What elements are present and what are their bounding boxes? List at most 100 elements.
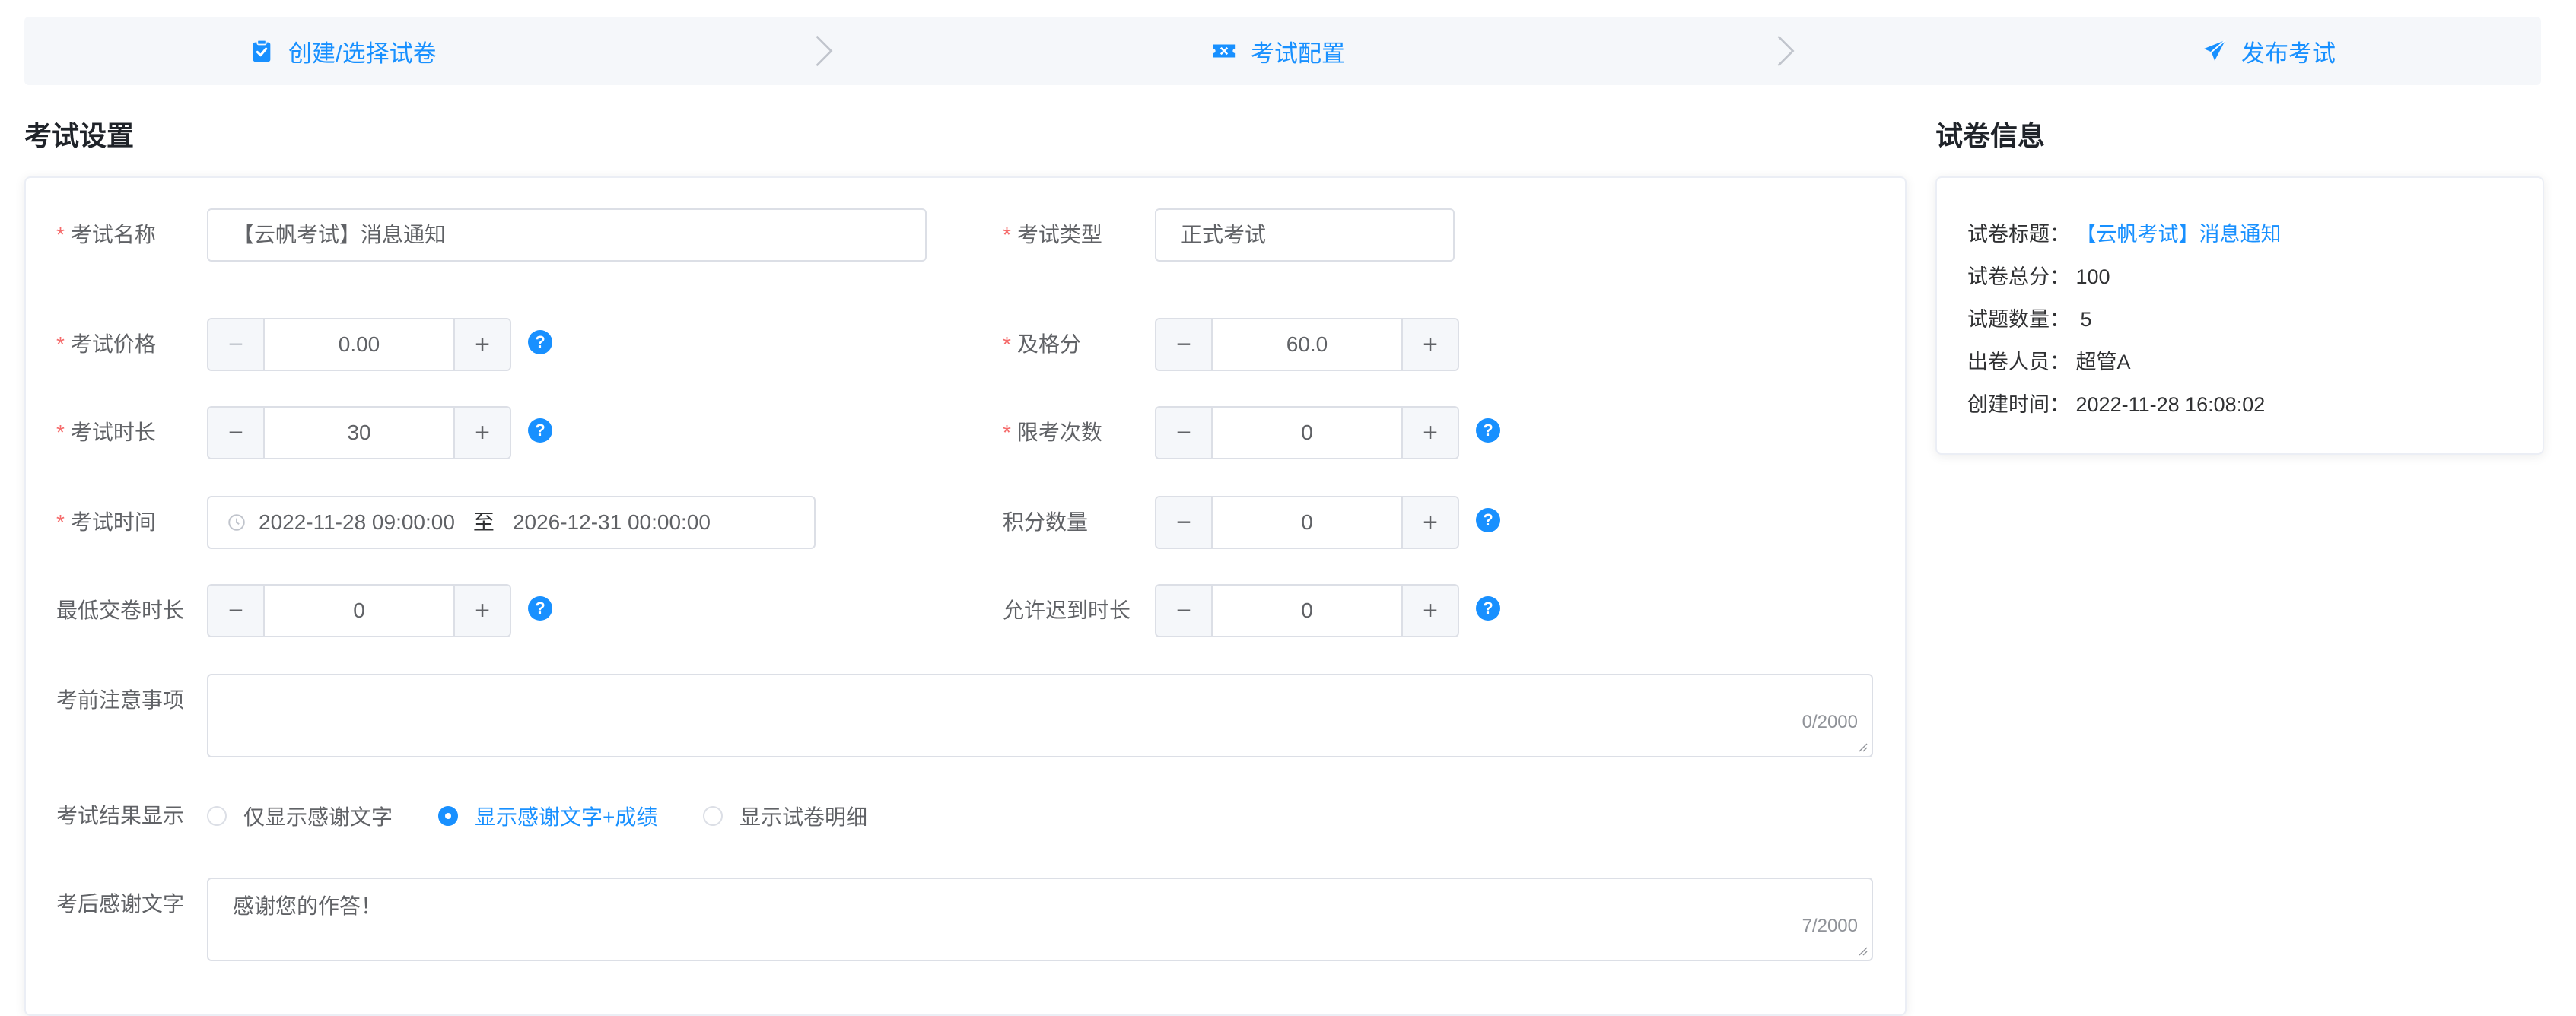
clock-icon — [228, 514, 245, 531]
chevron-right-icon — [1777, 35, 1795, 67]
decrement-button[interactable]: − — [208, 586, 265, 636]
decrement-button[interactable]: − — [1156, 497, 1213, 548]
min-submit-value[interactable]: 0 — [265, 586, 453, 636]
thanks-value[interactable]: 感谢您的作答！ — [233, 890, 382, 920]
radio-circle[interactable] — [703, 806, 723, 826]
question-count-row: 试题数量： 5 — [1967, 303, 2092, 332]
ticket-icon — [1213, 44, 1236, 58]
min-submit-label: 最低交卷时长 — [56, 598, 185, 622]
exam-name-input[interactable]: 【云帆考试】消息通知 — [207, 208, 927, 262]
late-allow-label: 允许迟到时长 — [1003, 598, 1131, 622]
step-label: 考试配置 — [1251, 40, 1345, 67]
info-key: 创建时间： — [1967, 393, 2070, 416]
help-icon[interactable]: ? — [528, 418, 552, 443]
late-allow-value[interactable]: 0 — [1213, 586, 1401, 636]
info-key: 出卷人员： — [1967, 351, 2070, 373]
info-key: 试卷总分： — [1967, 265, 2070, 288]
info-key: 试题数量： — [1967, 308, 2070, 331]
notice-char-count: 0/2000 — [1802, 712, 1858, 732]
help-icon[interactable]: ? — [1476, 418, 1500, 443]
step-create-select-paper[interactable]: 创建/选择试卷 — [249, 17, 437, 85]
exam-price-stepper[interactable]: − 0.00 + — [207, 318, 511, 371]
decrement-button[interactable]: − — [208, 319, 265, 370]
step-exam-config[interactable]: 考试配置 — [1211, 17, 1345, 85]
decrement-button[interactable]: − — [1156, 586, 1213, 636]
exam-end-time[interactable]: 2026-12-31 00:00:00 — [513, 497, 711, 548]
exam-type-select[interactable]: 正式考试 — [1155, 208, 1455, 262]
step-label: 创建/选择试卷 — [288, 40, 437, 67]
increment-button[interactable]: + — [453, 408, 510, 458]
exam-config-page: 创建/选择试卷 考试配置 发布考试 考试设置 试卷信息 *考试名称 【云帆考试 — [0, 0, 2576, 1016]
attempt-limit-label: * 限考次数 — [1003, 421, 1102, 444]
pass-score-label: * 及格分 — [1003, 332, 1081, 356]
min-submit-stepper[interactable]: − 0 + — [207, 584, 511, 637]
exam-start-time[interactable]: 2022-11-28 09:00:00 — [259, 497, 455, 548]
resize-handle-icon[interactable] — [1856, 741, 1868, 753]
exam-duration-value[interactable]: 30 — [265, 408, 453, 458]
radio-circle[interactable] — [207, 806, 227, 826]
late-allow-stepper[interactable]: − 0 + — [1155, 584, 1459, 637]
notice-label: 考前注意事项 — [56, 688, 185, 712]
help-icon[interactable]: ? — [1476, 508, 1500, 532]
paper-plane-icon — [2203, 40, 2226, 61]
exam-settings-title: 考试设置 — [24, 120, 135, 151]
exam-price-value[interactable]: 0.00 — [265, 319, 453, 370]
decrement-button[interactable]: − — [208, 408, 265, 458]
points-value[interactable]: 0 — [1213, 497, 1401, 548]
radio-circle[interactable] — [438, 806, 458, 826]
notice-textarea[interactable]: 0/2000 — [207, 674, 1873, 757]
chevron-right-icon — [816, 35, 833, 67]
decrement-button[interactable]: − — [1156, 408, 1213, 458]
exam-duration-label: * 考试时长 — [56, 421, 156, 444]
increment-button[interactable]: + — [453, 586, 510, 636]
help-icon[interactable]: ? — [1476, 596, 1500, 621]
pass-score-value[interactable]: 60.0 — [1213, 319, 1401, 370]
help-icon[interactable]: ? — [528, 330, 552, 354]
paper-title-link[interactable]: 【云帆考试】消息通知 — [2076, 223, 2282, 246]
created-at-row: 创建时间： 2022-11-28 16:08:02 — [1967, 388, 2265, 418]
increment-button[interactable]: + — [1401, 319, 1458, 370]
exam-name-label: * 考试名称 — [56, 223, 156, 246]
info-key: 试卷标题： — [1967, 223, 2070, 246]
pass-score-stepper[interactable]: − 60.0 + — [1155, 318, 1459, 371]
exam-type-label: * 考试类型 — [1003, 223, 1102, 246]
range-separator: 至 — [472, 510, 495, 534]
step-label: 发布考试 — [2241, 40, 2336, 67]
info-value: 100 — [2075, 265, 2110, 288]
thanks-char-count: 7/2000 — [1802, 916, 1858, 936]
step-publish-exam[interactable]: 发布考试 — [2202, 17, 2336, 85]
steps-bar: 创建/选择试卷 考试配置 发布考试 — [24, 17, 2541, 85]
increment-button[interactable]: + — [453, 319, 510, 370]
radio-thanks-and-score[interactable]: 显示感谢文字+成绩 — [438, 801, 657, 831]
points-stepper[interactable]: − 0 + — [1155, 496, 1459, 549]
paper-info-title: 试卷信息 — [1935, 120, 2046, 151]
exam-duration-stepper[interactable]: − 30 + — [207, 406, 511, 459]
info-value: 2022-11-28 16:08:02 — [2075, 393, 2266, 416]
resize-handle-icon[interactable] — [1856, 945, 1868, 957]
radio-thanks-only[interactable]: 仅显示感谢文字 — [207, 801, 393, 831]
increment-button[interactable]: + — [1401, 497, 1458, 548]
points-label: 积分数量 — [1003, 510, 1089, 534]
attempt-limit-value[interactable]: 0 — [1213, 408, 1401, 458]
exam-time-label: * 考试时间 — [56, 510, 156, 534]
help-icon[interactable]: ? — [528, 596, 552, 621]
thanks-label: 考后感谢文字 — [56, 892, 185, 916]
author-row: 出卷人员： 超管A — [1967, 345, 2131, 375]
radio-paper-detail[interactable]: 显示试卷明细 — [703, 801, 867, 831]
increment-button[interactable]: + — [1401, 586, 1458, 636]
result-display-label: 考试结果显示 — [56, 804, 185, 827]
thanks-textarea[interactable]: 感谢您的作答！ 7/2000 — [207, 878, 1873, 961]
exam-time-range-picker[interactable]: 2022-11-28 09:00:00 至 2026-12-31 00:00:0… — [207, 496, 816, 549]
exam-price-label: * 考试价格 — [56, 332, 156, 356]
radio-label: 显示感谢文字+成绩 — [475, 805, 658, 829]
info-value: 超管A — [2075, 351, 2131, 373]
radio-label: 显示试卷明细 — [739, 805, 868, 829]
decrement-button[interactable]: − — [1156, 319, 1213, 370]
clipboard-check-icon — [253, 39, 271, 62]
attempt-limit-stepper[interactable]: − 0 + — [1155, 406, 1459, 459]
radio-label: 仅显示感谢文字 — [243, 805, 393, 829]
increment-button[interactable]: + — [1401, 408, 1458, 458]
total-score-row: 试卷总分： 100 — [1967, 260, 2110, 290]
paper-title-row: 试卷标题： 【云帆考试】消息通知 — [1967, 217, 2282, 247]
info-value: 5 — [2080, 308, 2092, 331]
